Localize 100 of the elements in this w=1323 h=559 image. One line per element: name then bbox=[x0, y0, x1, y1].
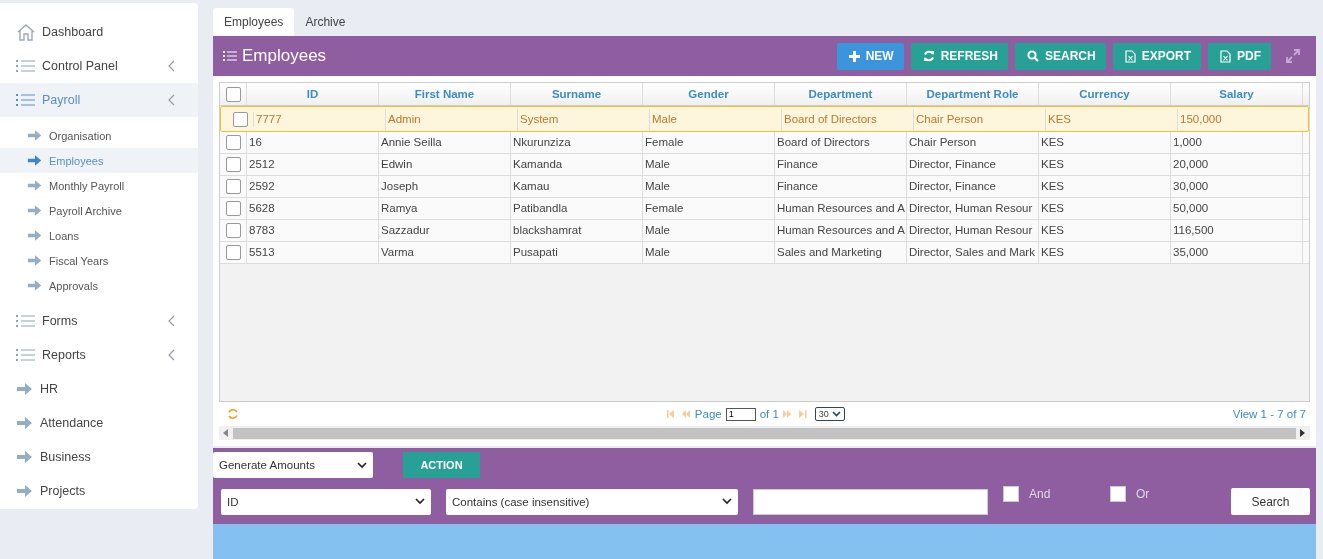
table-cell: Director, Human Resour bbox=[907, 198, 1039, 219]
refresh-icon[interactable] bbox=[227, 408, 239, 420]
table-cell: 35,000 bbox=[1171, 242, 1303, 263]
table-cell: 16 bbox=[247, 132, 379, 153]
table-row[interactable]: 5628 Ramya Patibandla Female Human Resources and A Director, Human Resour KES 50,000 bbox=[220, 198, 1309, 220]
table-cell: Admin bbox=[386, 108, 518, 130]
arrow-icon bbox=[27, 279, 43, 292]
left-arrow-icon[interactable] bbox=[223, 429, 229, 437]
checkbox[interactable] bbox=[225, 135, 241, 150]
nav-item[interactable]: Dashboard bbox=[0, 15, 198, 49]
page-input[interactable]: 1 bbox=[725, 407, 756, 421]
table-cell: Director, Human Resour bbox=[907, 220, 1039, 241]
table-cell: Kamanda bbox=[511, 154, 643, 175]
arrow-icon bbox=[16, 416, 34, 430]
caret-icon bbox=[722, 498, 732, 505]
arrow-icon bbox=[16, 484, 34, 498]
table-cell: KES bbox=[1039, 176, 1171, 197]
chevron-icon bbox=[168, 315, 176, 327]
refresh-icon bbox=[922, 50, 935, 62]
table-cell: 8783 bbox=[247, 220, 379, 241]
nav-item[interactable]: HR bbox=[0, 372, 198, 406]
page-label: Page bbox=[694, 408, 722, 420]
table-cell: 5513 bbox=[247, 242, 379, 263]
table-cell: Annie Seilla bbox=[379, 132, 511, 153]
caret-icon bbox=[357, 461, 367, 469]
list-icon bbox=[16, 348, 36, 362]
arrow-icon bbox=[27, 254, 43, 267]
table-cell: 20,000 bbox=[1171, 154, 1303, 175]
search-value-field[interactable] bbox=[753, 488, 988, 515]
nav-subitem[interactable]: Approvals bbox=[0, 273, 198, 298]
table-cell: Joseph bbox=[379, 176, 511, 197]
caret-icon bbox=[831, 411, 841, 417]
nav-subitem[interactable]: Loans bbox=[0, 223, 198, 248]
table-cell: Pusapati bbox=[511, 242, 643, 263]
checkbox[interactable] bbox=[225, 223, 241, 238]
table-cell: Human Resources and A bbox=[775, 220, 907, 241]
column-header[interactable]: Gender bbox=[643, 83, 775, 105]
checkbox[interactable] bbox=[225, 245, 241, 260]
next-last-icon[interactable] bbox=[782, 410, 807, 418]
table-cell: Finance bbox=[775, 154, 907, 175]
table-cell: Sazzadur bbox=[379, 220, 511, 241]
table-cell: Chair Person bbox=[914, 108, 1046, 130]
page-count: of 1 bbox=[759, 408, 779, 420]
checkbox-label: Or bbox=[1136, 486, 1150, 501]
nav-subitem[interactable]: Payroll Archive bbox=[0, 198, 198, 223]
file-icon bbox=[1124, 49, 1136, 63]
page-size-select[interactable]: 30 bbox=[814, 407, 845, 421]
table-row[interactable]: 2512 Edwin Kamanda Male Finance Director, Finance KES 20,000 bbox=[220, 154, 1309, 176]
search-button[interactable]: Search bbox=[1231, 488, 1310, 515]
nav-item[interactable]: Control Panel bbox=[0, 49, 198, 83]
table-cell: KES bbox=[1039, 132, 1171, 153]
table-cell: 150,000 bbox=[1178, 108, 1310, 130]
table-row[interactable]: 2592 Joseph Kamau Male Finance Director, Finance KES 30,000 bbox=[220, 176, 1309, 198]
table-cell: KES bbox=[1039, 198, 1171, 219]
table-cell: KES bbox=[1039, 242, 1171, 263]
nav-item[interactable]: Attendance bbox=[0, 406, 198, 440]
checkbox[interactable] bbox=[232, 111, 248, 127]
table-row[interactable]: 5513 Varma Pusapati Male Sales and Marketing Director, Sales and Mark KES 35,000 bbox=[220, 242, 1309, 264]
table-cell: Board of Directors bbox=[782, 108, 914, 130]
table-cell: Nkurunziza bbox=[511, 132, 643, 153]
panel-title: Employees bbox=[242, 46, 327, 66]
nav-subitem[interactable]: Monthly Payroll bbox=[0, 173, 198, 198]
list-icon bbox=[16, 59, 36, 73]
table-cell: 116,500 bbox=[1171, 220, 1303, 241]
chevron-icon bbox=[168, 60, 176, 72]
nav-item[interactable]: Projects bbox=[0, 474, 198, 508]
table-row[interactable]: 8783 Sazzadur blackshamrat Male Human Resources and A Director, Human Resour KES 116,500 bbox=[220, 220, 1309, 242]
checkbox[interactable] bbox=[1110, 485, 1126, 502]
nav-item[interactable]: Business bbox=[0, 440, 198, 474]
field-select[interactable]: ID bbox=[221, 488, 431, 515]
checkbox[interactable] bbox=[225, 157, 241, 172]
arrow-icon bbox=[27, 129, 43, 142]
table-cell: 30,000 bbox=[1171, 176, 1303, 197]
table-cell: Male bbox=[643, 242, 775, 263]
table-row[interactable]: 16 Annie Seilla Nkurunziza Female Board of Directors Chair Person KES 1,000 bbox=[220, 132, 1309, 154]
nav-subitem[interactable]: Organisation bbox=[0, 123, 198, 148]
checkbox[interactable] bbox=[1003, 485, 1019, 502]
table-cell: blackshamrat bbox=[511, 220, 643, 241]
table-cell: System bbox=[518, 108, 650, 130]
expand-icon[interactable] bbox=[1286, 49, 1300, 63]
nav-item[interactable]: Reports bbox=[0, 338, 198, 372]
arrow-icon bbox=[16, 450, 34, 464]
table-cell: Director, Finance bbox=[907, 176, 1039, 197]
horizontal-scrollbar[interactable] bbox=[219, 426, 1310, 440]
caret-icon bbox=[415, 498, 425, 505]
table-cell: Female bbox=[643, 198, 775, 219]
table-cell: 7777 bbox=[254, 108, 386, 130]
checkbox[interactable] bbox=[225, 201, 241, 216]
checkbox[interactable] bbox=[225, 86, 241, 102]
table-cell: Finance bbox=[775, 176, 907, 197]
nav-subitem[interactable]: Fiscal Years bbox=[0, 248, 198, 273]
tab[interactable]: Archive bbox=[294, 8, 357, 36]
checkbox[interactable] bbox=[225, 179, 241, 194]
tab[interactable]: Employees bbox=[213, 8, 295, 36]
chevron-icon bbox=[168, 94, 176, 106]
operator-select[interactable]: Contains (case insensitive) bbox=[446, 488, 738, 515]
nav-item[interactable]: Forms bbox=[0, 304, 198, 338]
right-arrow-icon[interactable] bbox=[1300, 429, 1306, 437]
action-select[interactable]: Generate Amounts bbox=[213, 452, 373, 478]
first-prev-icon[interactable] bbox=[666, 410, 691, 418]
